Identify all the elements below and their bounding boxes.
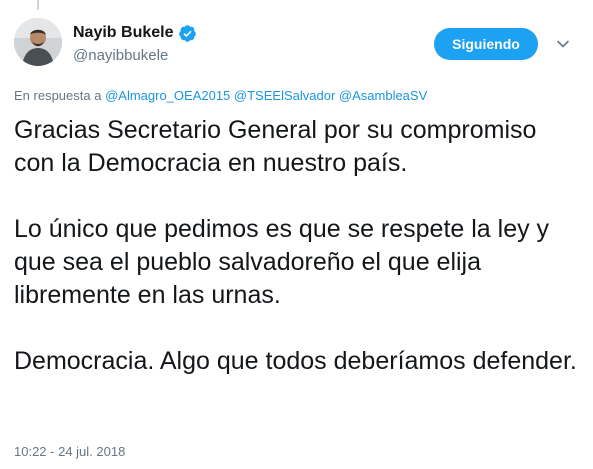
display-name-row: Nayib Bukele — [73, 22, 197, 44]
tweet-paragraph: Democracia. Algo que todos deberíamos de… — [14, 347, 577, 375]
avatar[interactable] — [14, 18, 62, 66]
chevron-down-icon[interactable] — [555, 36, 571, 52]
reply-context: En respuesta a @Almagro_OEA2015 @TSEElSa… — [14, 88, 427, 103]
author-info: Nayib Bukele @nayibbukele — [73, 22, 197, 64]
handle[interactable]: @nayibbukele — [73, 47, 197, 64]
tweet-paragraph: Gracias Secretario General por su compro… — [14, 116, 537, 177]
tweet-timestamp[interactable]: 10:22 - 24 jul. 2018 — [14, 444, 125, 459]
mention-link[interactable]: @TSEElSalvador — [234, 88, 335, 103]
thread-connector-line — [37, 0, 39, 10]
mention-link[interactable]: @Almagro_OEA2015 — [105, 88, 230, 103]
tweet-paragraph: Lo único que pedimos es que se respete l… — [14, 215, 550, 309]
verified-badge-icon — [178, 24, 197, 43]
tweet-text: Gracias Secretario General por su compro… — [14, 114, 579, 378]
mention-link[interactable]: @AsambleaSV — [339, 88, 427, 103]
following-button[interactable]: Siguiendo — [434, 28, 538, 60]
display-name[interactable]: Nayib Bukele — [73, 24, 173, 42]
reply-context-prefix: En respuesta a — [14, 88, 102, 103]
profile-photo — [14, 18, 62, 66]
